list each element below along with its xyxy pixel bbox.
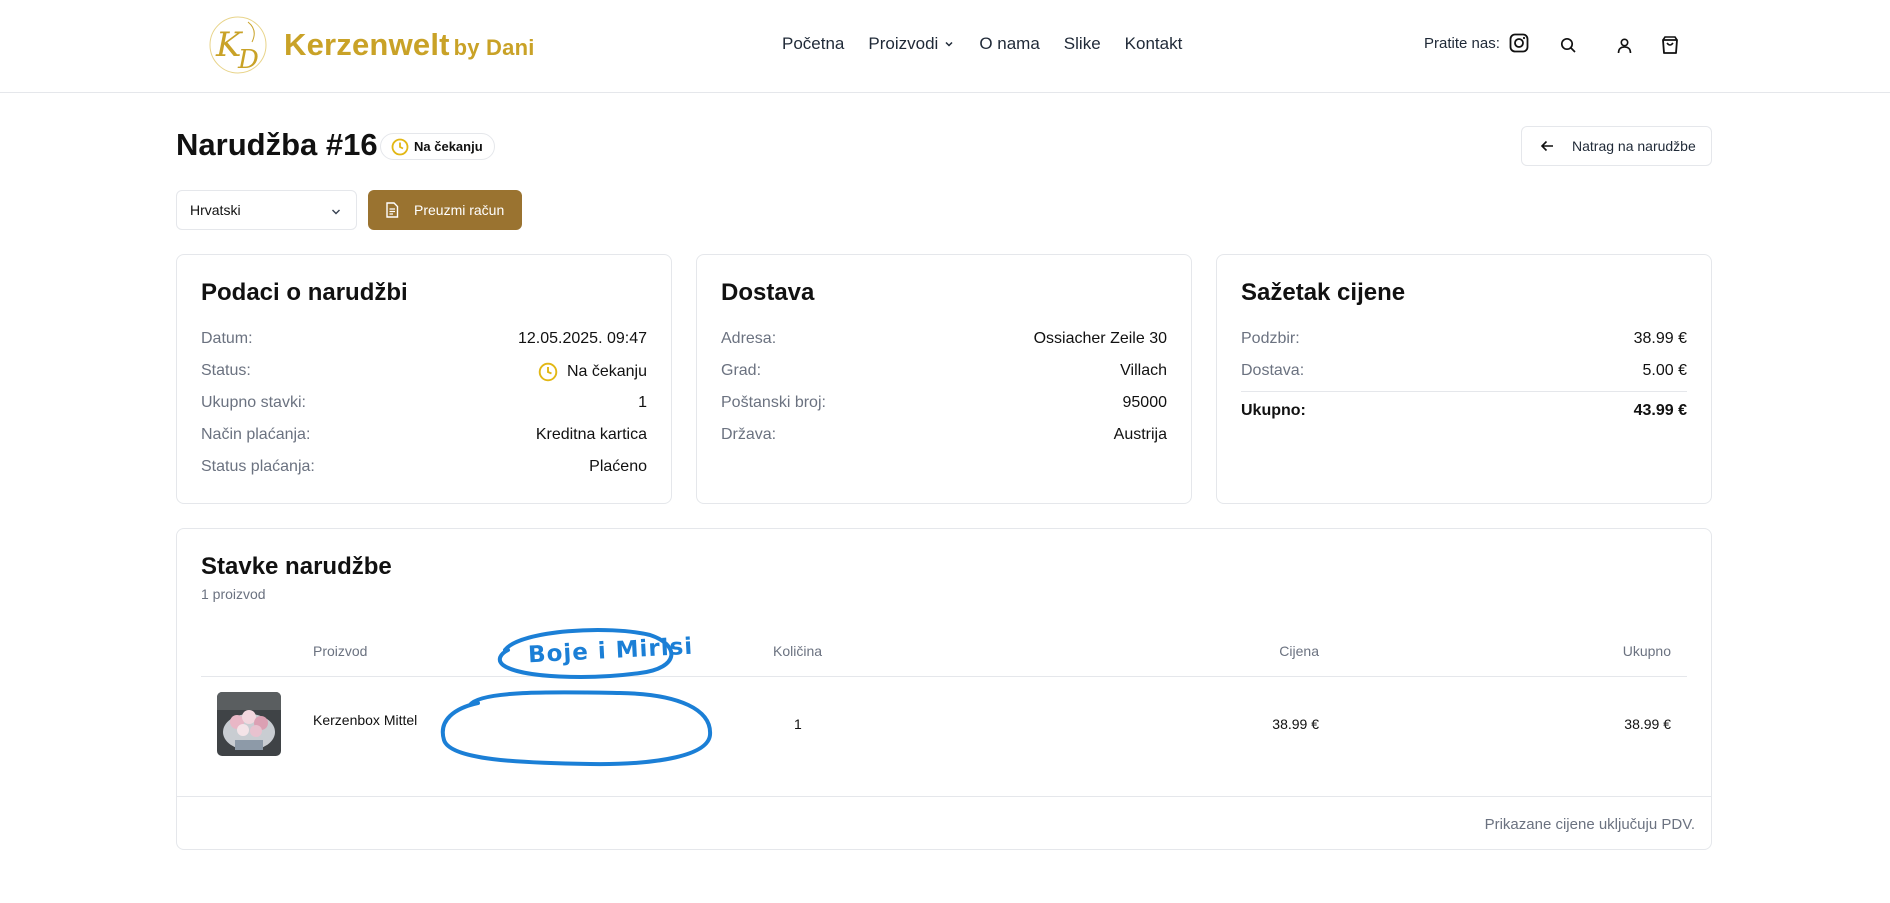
row-label: Grad:: [721, 362, 762, 379]
table-header-divider: [201, 676, 1687, 677]
product-price: 38.99 €: [1272, 716, 1319, 732]
back-to-orders-button[interactable]: Natrag na narudžbe: [1521, 126, 1712, 166]
summary-divider: [1241, 391, 1687, 392]
site-header: K D Kerzenwelt by Dani Početna Proizvodi …: [0, 0, 1890, 93]
row-label: Datum:: [201, 330, 253, 347]
nav-item-slike[interactable]: Slike: [1064, 34, 1101, 54]
brand-logo[interactable]: K D Kerzenwelt by Dani: [208, 12, 535, 78]
row-value: 12.05.2025. 09:47: [517, 330, 647, 347]
social-label: Pratite nas:: [1424, 34, 1500, 52]
candle-box-image: [217, 692, 281, 756]
row-value: 1: [638, 394, 647, 411]
nav-item-kontakt[interactable]: Kontakt: [1125, 34, 1183, 54]
column-header-total: Ukupno: [1622, 643, 1671, 659]
nav-item-pocetna[interactable]: Početna: [782, 34, 844, 54]
order-info-card: Podaci o narudžbi Datum: 12.05.2025. 09:…: [176, 254, 672, 504]
vat-note: Prikazane cijene uključuju PDV.: [1484, 816, 1695, 833]
items-footer-divider: [177, 796, 1711, 797]
chevron-down-icon: [945, 41, 953, 47]
row-label: Adresa:: [721, 330, 777, 347]
clock-icon: [391, 138, 409, 155]
row-value: 95000: [1122, 394, 1168, 411]
shipping-card: Dostava Adresa: Ossiacher Zeile 30 Grad:…: [696, 254, 1192, 504]
back-button-label: Natrag na narudžbe: [1572, 138, 1696, 154]
info-row-status: Status: Na čekanju: [201, 362, 647, 382]
search-icon[interactable]: [1557, 34, 1579, 56]
column-header-quantity: Količina: [773, 643, 823, 659]
info-row-payment-status: Status plaćanja: Plaćeno: [201, 458, 647, 476]
shopping-bag-icon[interactable]: [1659, 34, 1681, 56]
language-select[interactable]: Hrvatski: [176, 190, 357, 230]
product-total: 38.99 €: [1624, 716, 1671, 732]
items-count: 1 proizvod: [201, 586, 266, 602]
product-quantity: 1: [794, 716, 802, 732]
document-icon: [386, 202, 399, 218]
row-value: Villach: [1120, 362, 1167, 379]
status-badge-label: Na čekanju: [414, 139, 483, 154]
column-header-product: Proizvod: [313, 643, 368, 659]
row-value: Austrija: [1113, 426, 1167, 443]
status-text: Na čekanju: [566, 363, 647, 380]
order-items-card: Stavke narudžbe 1 proizvod Proizvod Koli…: [176, 528, 1712, 850]
info-row-payment-method: Način plaćanja: Kreditna kartica: [201, 426, 647, 444]
svg-text:D: D: [237, 45, 259, 75]
brand-name: Kerzenwelt by Dani: [284, 27, 535, 62]
row-value: Na čekanju: [538, 362, 647, 382]
row-value: Plaćeno: [589, 458, 647, 475]
price-summary-card: Sažetak cijene Podzbir: 38.99 € Dostava:…: [1216, 254, 1712, 504]
chevron-down-icon: [332, 209, 340, 215]
row-label: Dostava:: [1241, 362, 1305, 379]
product-thumbnail[interactable]: [217, 692, 281, 756]
card-title: Podaci o narudžbi: [201, 279, 408, 306]
status-badge: Na čekanju: [380, 133, 495, 160]
summary-row-total: Ukupno: 43.99 €: [1241, 402, 1687, 420]
info-row-date: Datum: 12.05.2025. 09:47: [201, 330, 647, 348]
card-title: Sažetak cijene: [1241, 279, 1406, 306]
row-label: Status:: [201, 362, 251, 379]
nav-item-proizvodi[interactable]: Proizvodi: [868, 34, 955, 54]
summary-row-subtotal: Podzbir: 38.99 €: [1241, 330, 1687, 348]
nav-item-o-nama[interactable]: O nama: [979, 34, 1039, 54]
instagram-icon[interactable]: [1509, 33, 1529, 53]
row-value: Kreditna kartica: [535, 426, 647, 443]
card-title: Stavke narudžbe: [201, 553, 392, 580]
row-value: 5.00 €: [1642, 362, 1687, 379]
row-label: Poštanski broj:: [721, 394, 826, 411]
user-icon[interactable]: [1613, 34, 1635, 56]
row-label: Ukupno stavki:: [201, 394, 306, 411]
info-row-items: Ukupno stavki: 1: [201, 394, 647, 412]
nav-item-label: Proizvodi: [868, 34, 939, 53]
row-label: Ukupno:: [1241, 402, 1306, 419]
main-nav: Početna Proizvodi O nama Slike Kontakt: [782, 34, 1182, 54]
clock-icon: [538, 362, 558, 382]
shipping-row-postal-code: Poštanski broj: 95000: [721, 394, 1167, 412]
arrow-left-icon: [1540, 140, 1553, 152]
shipping-row-address: Adresa: Ossiacher Zeile 30: [721, 330, 1167, 348]
row-label: Status plaćanja:: [201, 458, 315, 475]
social-links: Pratite nas:: [1424, 33, 1529, 53]
row-value: 43.99 €: [1633, 402, 1687, 419]
download-invoice-button[interactable]: Preuzmi račun: [368, 190, 522, 230]
language-selected: Hrvatski: [190, 202, 241, 218]
download-button-label: Preuzmi račun: [414, 202, 505, 218]
row-label: Država:: [721, 426, 777, 443]
row-label: Način plaćanja:: [201, 426, 311, 443]
shipping-row-city: Grad: Villach: [721, 362, 1167, 380]
shipping-row-country: Država: Austrija: [721, 426, 1167, 444]
product-name[interactable]: Kerzenbox Mittel: [313, 712, 417, 728]
row-value: 38.99 €: [1633, 330, 1687, 347]
row-value: Ossiacher Zeile 30: [1033, 330, 1167, 347]
page-title: Narudžba #16: [176, 127, 378, 162]
logo-monogram-icon: K D: [209, 16, 267, 75]
card-title: Dostava: [721, 279, 815, 306]
column-header-price: Cijena: [1279, 643, 1319, 659]
summary-row-shipping: Dostava: 5.00 €: [1241, 362, 1687, 380]
row-label: Podzbir:: [1241, 330, 1300, 347]
